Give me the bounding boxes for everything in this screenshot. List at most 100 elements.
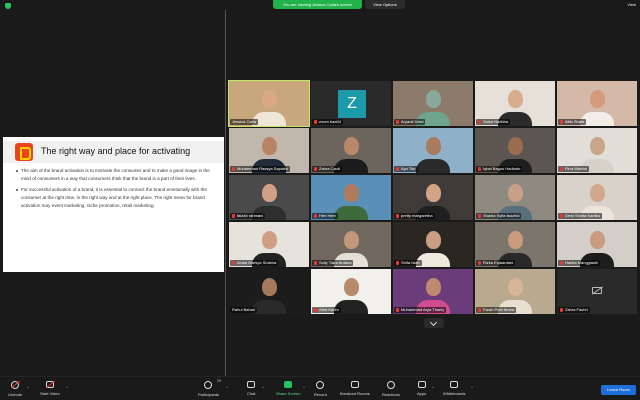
participant-tile[interactable]: Iqbal Bagus Hadiarto: [475, 128, 555, 173]
participant-face: [262, 278, 277, 296]
participant-name: Atha Karim: [319, 307, 339, 312]
participant-tile[interactable]: Heri Herv: [311, 175, 391, 220]
participant-name-label: faizah rahmani: [230, 213, 266, 219]
participants-button[interactable]: Participants: [198, 381, 219, 397]
avatar: Z: [338, 90, 366, 118]
participant-tile[interactable]: Shifa Islah: [393, 222, 473, 267]
record-icon: [316, 381, 325, 389]
participant-name-label: Andai Marsya Shabira: [230, 260, 279, 266]
participant-tile[interactable]: Rahul Bahari: [229, 269, 309, 314]
participant-name-label: Aryanti Dewi: [394, 119, 426, 125]
unmute-button[interactable]: Unmute: [8, 381, 22, 397]
muted-mic-icon: [478, 213, 481, 218]
video-options-caret-icon[interactable]: ^: [66, 385, 68, 390]
participant-face: [262, 231, 277, 249]
participant-tile[interactable]: Muhammad Rassya Saputra: [229, 128, 309, 173]
participant-name: Muhammad Rassya Saputra: [237, 166, 288, 171]
participant-name-label: Shania Syifa fauzhid: [476, 213, 522, 219]
participant-tile[interactable]: Shania Syifa fauzhid: [475, 175, 555, 220]
participant-tile[interactable]: Firra Marvini: [557, 128, 637, 173]
leave-room-button[interactable]: Leave Room: [601, 385, 636, 395]
participant-name: Ayu Tiur: [401, 166, 416, 171]
reactions-icon: [386, 381, 395, 389]
participants-icon: [204, 381, 213, 389]
participant-name-label: Dewi Shinta Kartika: [558, 213, 602, 219]
share-screen-button[interactable]: Share Screen: [276, 381, 300, 396]
share-caret-icon[interactable]: ^: [303, 385, 305, 390]
audio-options-caret-icon[interactable]: ^: [27, 385, 29, 390]
participant-tile[interactable]: Zzoom baa04: [311, 81, 391, 126]
shared-screen-panel: The right way and place for activating T…: [0, 10, 226, 376]
participant-tile[interactable]: Zahra Fachri: [557, 269, 637, 314]
muted-mic-icon: [396, 307, 399, 312]
participant-face: [262, 184, 277, 202]
participant-tile[interactable]: Aryanti Dewi: [393, 81, 473, 126]
participant-tile[interactable]: faizah rahmani: [229, 175, 309, 220]
whiteboards-caret-icon[interactable]: ^: [471, 385, 473, 390]
participant-tile[interactable]: pretty margaretha: [393, 175, 473, 220]
participant-face: [508, 184, 523, 202]
more-participants-chevron-icon[interactable]: [424, 318, 444, 328]
chat-caret-icon[interactable]: ^: [262, 385, 264, 390]
slide-body: The aim of the brand activation is to mo…: [16, 167, 216, 214]
participant-name: Zahra Fachri: [565, 307, 588, 312]
participant-name-label: Alifa Shafa: [558, 119, 587, 125]
muted-mic-icon: [560, 213, 563, 218]
apps-button[interactable]: Apps: [417, 381, 426, 396]
reactions-button[interactable]: Reactions: [382, 381, 400, 397]
participants-caret-icon[interactable]: ^: [226, 385, 228, 390]
whiteboards-button[interactable]: Whiteboards: [443, 381, 465, 396]
participant-name-label: Salsa Nadhira: [476, 119, 511, 125]
participant-tile[interactable]: Rizka Eqiaardani: [475, 222, 555, 267]
participant-tile[interactable]: Alifa Shafa: [557, 81, 637, 126]
participant-tile[interactable]: Zahra Caufi: [311, 128, 391, 173]
participant-name: Muhammad Arya Thoriq: [401, 307, 444, 312]
participant-name: Farah Putri Itrona: [483, 307, 515, 312]
participant-name-label: Zahra Fachri: [558, 307, 590, 313]
slide-bullet: The aim of the brand activation is to mo…: [16, 167, 216, 182]
viewing-screen-banner[interactable]: You are viewing Jessica Carla's screen: [273, 0, 362, 9]
muted-mic-icon: [314, 119, 317, 124]
meeting-toolbar: Unmute ^ Start Video ^ Participants 29 ^…: [0, 376, 640, 400]
chat-button[interactable]: Chat: [247, 381, 255, 396]
participant-name-label: Jessica Carla: [230, 119, 259, 125]
participant-name: Shifa Islah: [401, 260, 420, 265]
participant-name-label: Sully Tiara Ardana: [312, 260, 354, 266]
shield-icon[interactable]: [5, 3, 11, 9]
participant-name: Heri Herv: [319, 213, 336, 218]
slide-header: The right way and place for activating: [3, 141, 224, 163]
participant-tile[interactable]: Salsa Nadhira: [475, 81, 555, 126]
participant-tile[interactable]: Hanita Manggiasih: [557, 222, 637, 267]
participant-name: pretty margaretha: [401, 213, 433, 218]
participant-tile[interactable]: Muhammad Arya Thoriq: [393, 269, 473, 314]
muted-mic-icon: [314, 260, 317, 265]
participant-tile[interactable]: Andai Marsya Shabira: [229, 222, 309, 267]
participant-name-label: pretty margaretha: [394, 213, 435, 219]
participant-face: [344, 278, 359, 296]
participant-tile[interactable]: Sully Tiara Ardana: [311, 222, 391, 267]
participant-face: [426, 231, 441, 249]
microphone-muted-icon: [11, 381, 19, 389]
view-button[interactable]: View: [627, 2, 636, 7]
start-video-button[interactable]: Start Video: [40, 381, 60, 396]
participant-silhouette: [334, 206, 368, 220]
participant-name: Aryanti Dewi: [401, 119, 424, 124]
participant-tile[interactable]: Dewi Shinta Kartika: [557, 175, 637, 220]
participant-name: Iqbal Bagus Hadiarto: [483, 166, 521, 171]
participant-name: Alifa Shafa: [565, 119, 585, 124]
muted-mic-icon: [560, 307, 563, 312]
record-button[interactable]: Record: [314, 381, 327, 397]
view-options-button[interactable]: View Options: [365, 0, 405, 9]
participant-tile[interactable]: Jessica Carla: [228, 80, 310, 127]
brand-logo-icon: [15, 143, 33, 161]
participant-name-label: Muhammad Rassya Saputra: [230, 166, 290, 172]
participants-label: Participants: [198, 392, 219, 397]
participant-tile[interactable]: Farah Putri Itrona: [475, 269, 555, 314]
unmute-label: Unmute: [8, 392, 23, 397]
breakout-rooms-button[interactable]: Breakout Rooms: [340, 381, 370, 396]
top-banner: You are viewing Jessica Carla's screen V…: [0, 0, 640, 10]
participant-tile[interactable]: Atha Karim: [311, 269, 391, 314]
participant-tile[interactable]: Ayu Tiur: [393, 128, 473, 173]
apps-caret-icon[interactable]: ^: [432, 385, 434, 390]
participant-name: Hanita Manggiasih: [565, 260, 599, 265]
